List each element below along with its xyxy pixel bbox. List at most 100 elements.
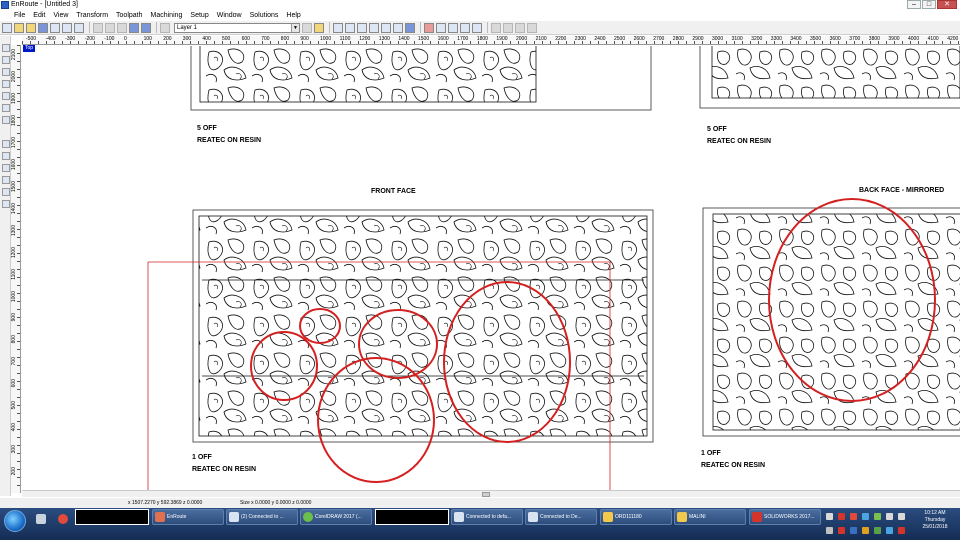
bluetooth-icon[interactable] <box>850 527 857 534</box>
output-icon[interactable] <box>460 22 470 33</box>
maximize-button[interactable]: □ <box>922 0 936 9</box>
tray-icon[interactable] <box>826 513 833 520</box>
explorer-icon[interactable] <box>36 514 46 524</box>
toolpath-icon[interactable] <box>424 22 434 33</box>
copy-icon[interactable] <box>93 22 103 33</box>
tray-icon[interactable] <box>862 527 869 534</box>
zoom-all-icon[interactable] <box>369 22 379 33</box>
job-setup-icon[interactable] <box>448 22 458 33</box>
print-preview-icon[interactable] <box>62 22 72 33</box>
horizontal-scrollbar[interactable] <box>22 490 960 497</box>
ungroup-icon[interactable] <box>527 22 537 33</box>
paste-icon[interactable] <box>105 22 115 33</box>
offset-icon[interactable] <box>2 188 10 196</box>
select-arrow-icon[interactable] <box>2 44 10 52</box>
menu-machining[interactable]: Machining <box>147 11 187 20</box>
distribute-icon[interactable] <box>503 22 513 33</box>
taskbar-button-remote-3[interactable]: Connected to De... <box>525 509 597 525</box>
menu-file[interactable]: File <box>0 11 29 20</box>
fill-color-icon[interactable] <box>2 164 10 172</box>
delete-icon[interactable] <box>117 22 127 33</box>
zoom-window-icon[interactable] <box>333 22 343 33</box>
weld-icon[interactable] <box>2 200 10 208</box>
ruler-label: 1200 <box>11 247 17 259</box>
save-icon[interactable] <box>38 22 48 33</box>
menu-edit[interactable]: Edit <box>29 11 49 20</box>
relief-icon[interactable] <box>2 176 10 184</box>
minimize-button[interactable]: – <box>907 0 921 9</box>
transform-icon[interactable] <box>2 152 10 160</box>
tray-icon[interactable] <box>862 513 869 520</box>
ellipse-tool-icon[interactable] <box>2 80 10 88</box>
title-bar: EnRoute - [Untitled 3] <box>0 0 960 10</box>
tray-icon[interactable] <box>898 527 905 534</box>
menu-setup[interactable]: Setup <box>186 11 212 20</box>
tray-icon[interactable] <box>874 513 881 520</box>
menu-window[interactable]: Window <box>213 11 246 20</box>
pan-icon[interactable] <box>393 22 403 33</box>
taskbar-button-remote-1[interactable]: (2) Connected to ... <box>226 509 298 525</box>
open-folder-icon[interactable] <box>14 22 24 33</box>
zoom-out-icon[interactable] <box>357 22 367 33</box>
menu-help[interactable]: Help <box>282 11 304 20</box>
scrollbar-thumb[interactable] <box>482 492 490 497</box>
align-icon[interactable] <box>491 22 501 33</box>
cut-icon[interactable] <box>74 22 84 33</box>
window-title: EnRoute - [Untitled 3] <box>11 1 78 8</box>
render-icon[interactable] <box>436 22 446 33</box>
measure-tool-icon[interactable] <box>2 116 10 124</box>
ruler-label: -500 <box>26 36 37 42</box>
print-icon[interactable] <box>50 22 60 33</box>
tray-icon[interactable] <box>886 527 893 534</box>
layer-up-down-icon[interactable] <box>302 22 312 33</box>
taskbar-clock[interactable]: 10:12 AM Thursday 25/01/2018 <box>912 510 958 531</box>
close-button[interactable]: ✕ <box>937 0 957 9</box>
undo-icon[interactable] <box>129 22 139 33</box>
back-face-panel[interactable] <box>702 207 960 437</box>
chevron-down-icon[interactable]: ▼ <box>291 23 299 32</box>
network-icon[interactable] <box>886 513 893 520</box>
open-recent-icon[interactable] <box>26 22 36 33</box>
taskbar-button-folder-ord[interactable]: ORD111180 <box>600 509 672 525</box>
nesting-icon[interactable] <box>472 22 482 33</box>
view-badge[interactable]: Top <box>23 45 35 52</box>
menu-toolpath[interactable]: Toolpath <box>112 11 146 20</box>
text-tool-icon[interactable] <box>2 104 10 112</box>
zoom-previous-icon[interactable] <box>381 22 391 33</box>
top-left-panel[interactable] <box>190 46 652 111</box>
top-right-panel[interactable] <box>699 46 960 109</box>
rectangle-tool-icon[interactable] <box>2 68 10 76</box>
zoom-in-icon[interactable] <box>345 22 355 33</box>
node-edit-icon[interactable] <box>2 56 10 64</box>
ruler-label: 2500 <box>614 36 626 42</box>
tray-icon[interactable] <box>874 527 881 534</box>
menu-view[interactable]: View <box>49 11 72 20</box>
start-button[interactable] <box>4 510 26 532</box>
redo-icon[interactable] <box>141 22 151 33</box>
taskbar-button-remote-2[interactable]: Connected to defa... <box>451 509 523 525</box>
polyline-tool-icon[interactable] <box>2 92 10 100</box>
volume-icon[interactable] <box>898 513 905 520</box>
new-file-icon[interactable] <box>2 22 12 33</box>
tray-icon[interactable] <box>826 527 833 534</box>
antivirus-icon[interactable] <box>838 513 845 520</box>
layer-color-icon[interactable] <box>314 22 324 33</box>
view-3d-icon[interactable] <box>405 22 415 33</box>
ruler-label: 1500 <box>418 36 430 42</box>
ruler-label: 900 <box>300 36 309 42</box>
group-icon[interactable] <box>515 22 525 33</box>
menu-transform[interactable]: Transform <box>72 11 112 20</box>
tray-icon[interactable] <box>850 513 857 520</box>
drawing-canvas[interactable]: 5 OFF REATEC ON RESIN 5 OFF REATEC ON RE… <box>22 46 960 490</box>
menu-solutions[interactable]: Solutions <box>246 11 283 20</box>
taskbar-button-solidworks[interactable]: SOLIDWORKS 2017... <box>749 509 821 525</box>
layer-select[interactable]: Layer 1 ▼ <box>174 22 300 33</box>
layer-manager-icon[interactable] <box>160 22 170 33</box>
chrome-icon[interactable] <box>58 514 68 524</box>
taskbar-button-folder-malini[interactable]: MALINI <box>674 509 746 525</box>
front-face-panel[interactable] <box>192 209 654 443</box>
taskbar-button-coreldraw[interactable]: CorelDRAW 2017 (... <box>300 509 372 525</box>
taskbar-button-enroute[interactable]: EnRoute <box>152 509 224 525</box>
tray-icon[interactable] <box>838 527 845 534</box>
pointer-icon[interactable] <box>2 140 10 148</box>
